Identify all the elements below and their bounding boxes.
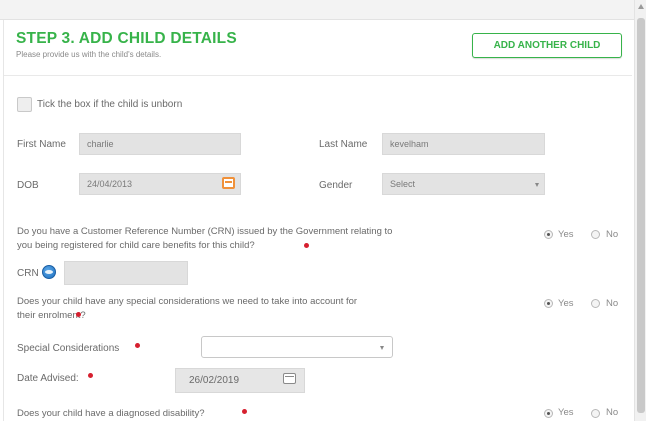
crn-no-label: No — [606, 229, 619, 240]
top-bar — [0, 0, 634, 20]
chevron-down-icon — [535, 183, 539, 187]
crn-no-radio[interactable] — [591, 230, 600, 239]
disability-yes-radio[interactable] — [544, 409, 553, 418]
left-border — [3, 20, 4, 421]
gender-select[interactable]: Select — [382, 173, 545, 195]
crn-yes-label: Yes — [558, 229, 574, 240]
special-considerations-label: Special Considerations — [17, 343, 120, 354]
crn-question-line2: you being registered for child care bene… — [17, 240, 255, 251]
disability-question: Does your child have a diagnosed disabil… — [17, 408, 205, 419]
crn-yes-radio[interactable] — [544, 230, 553, 239]
unborn-label: Tick the box if the child is unborn — [37, 99, 183, 110]
crn-question-line1: Do you have a Customer Reference Number … — [17, 226, 393, 237]
form-page: STEP 3. ADD CHILD DETAILS Please provide… — [0, 0, 646, 421]
dob-label: DOB — [17, 180, 39, 191]
scrollbar[interactable] — [634, 0, 646, 421]
required-indicator — [304, 243, 309, 248]
unborn-checkbox[interactable] — [17, 97, 32, 112]
calendar-icon[interactable] — [283, 373, 296, 384]
required-indicator — [88, 373, 93, 378]
crn-field[interactable] — [64, 261, 188, 285]
calendar-icon[interactable] — [222, 177, 235, 189]
page-subtitle: Please provide us with the child's detai… — [16, 50, 162, 59]
scroll-up-arrow-icon[interactable] — [638, 4, 644, 9]
header-divider — [4, 75, 632, 76]
chevron-down-icon — [380, 346, 384, 350]
required-indicator — [76, 312, 81, 317]
special-considerations-select[interactable] — [201, 336, 393, 358]
date-advised-label: Date Advised: — [17, 373, 79, 384]
gender-label: Gender — [319, 180, 353, 191]
add-another-child-button[interactable]: ADD ANOTHER CHILD — [472, 33, 622, 58]
dob-value: 24/04/2013 — [87, 179, 133, 189]
gender-selected-value: Select — [390, 179, 416, 189]
disability-no-radio[interactable] — [591, 409, 600, 418]
special-no-label: No — [606, 298, 619, 309]
disability-yes-label: Yes — [558, 407, 574, 418]
crn-label: CRN — [17, 268, 39, 279]
special-no-radio[interactable] — [591, 299, 600, 308]
scroll-thumb[interactable] — [637, 18, 645, 413]
special-yes-label: Yes — [558, 298, 574, 309]
date-advised-value: 26/02/2019 — [189, 375, 240, 386]
required-indicator — [242, 409, 247, 414]
special-yes-radio[interactable] — [544, 299, 553, 308]
dob-field[interactable]: 24/04/2013 — [79, 173, 241, 195]
last-name-field[interactable]: kevelham — [382, 133, 545, 155]
first-name-field[interactable]: charlie — [79, 133, 241, 155]
page-title: STEP 3. ADD CHILD DETAILS — [16, 30, 237, 47]
info-icon[interactable] — [42, 265, 56, 279]
first-name-label: First Name — [17, 139, 66, 150]
required-indicator — [135, 343, 140, 348]
disability-no-label: No — [606, 407, 619, 418]
special-question-line1: Does your child have any special conside… — [17, 296, 358, 307]
last-name-label: Last Name — [319, 139, 368, 150]
